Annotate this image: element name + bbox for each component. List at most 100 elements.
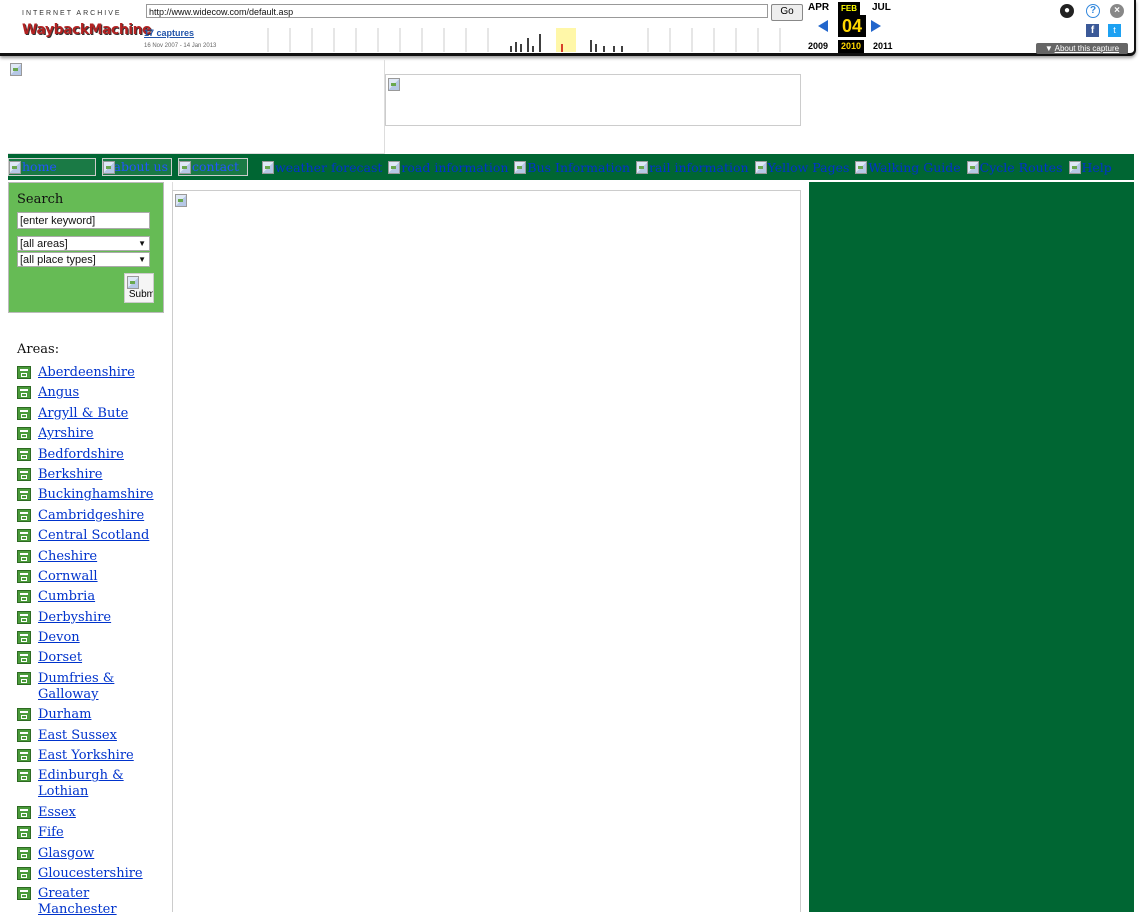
area-icon — [17, 529, 31, 543]
submit-button[interactable]: Subm — [124, 273, 154, 303]
area-link[interactable]: Edinburgh & Lothian — [38, 768, 167, 800]
year-next[interactable]: 2011 — [873, 41, 893, 51]
nav-item-weather-forecast[interactable]: weather forecast — [262, 160, 382, 175]
nav-item-rail-information[interactable]: rail information — [636, 159, 749, 175]
twitter-icon[interactable]: t — [1108, 24, 1121, 37]
nav-item-yellow-pages[interactable]: Yellow Pages — [754, 160, 849, 175]
area-link[interactable]: Cumbria — [38, 589, 95, 605]
broken-image-icon — [103, 160, 115, 174]
nav-item-label: home — [22, 159, 57, 174]
main-content-image — [172, 190, 801, 912]
site-logo-image[interactable] — [8, 60, 385, 154]
area-link[interactable]: Cornwall — [38, 569, 98, 585]
area-link[interactable]: Aberdeenshire — [38, 365, 135, 381]
areas-list: Aberdeenshire Angus Argyll & Bute Ayrshire B… — [17, 365, 167, 923]
nav-item-label: contact — [192, 159, 240, 174]
area-link[interactable]: Cheshire — [38, 549, 97, 565]
area-icon — [17, 590, 31, 604]
area-link[interactable]: East Yorkshire — [38, 748, 134, 764]
list-item: Bedfordshire — [17, 447, 167, 463]
area-link[interactable]: Durham — [38, 707, 91, 723]
list-item: Essex — [17, 805, 167, 821]
area-link[interactable]: Derbyshire — [38, 610, 111, 626]
place-type-select-value: [all place types] — [20, 254, 96, 266]
nav-item-cycle-routes[interactable]: Cycle Routes — [966, 160, 1063, 175]
area-icon — [17, 769, 31, 783]
prev-capture-arrow-icon[interactable] — [818, 20, 828, 32]
area-link[interactable]: Berkshire — [38, 467, 102, 483]
nav-item-label: rail information — [649, 159, 749, 175]
list-item: Gloucestershire — [17, 866, 167, 882]
nav-item-walking-guide[interactable]: Walking Guide — [855, 160, 961, 175]
area-link[interactable]: Devon — [38, 630, 80, 646]
month-next[interactable]: JUL — [872, 2, 891, 13]
area-link[interactable]: Bedfordshire — [38, 447, 124, 463]
year-prev[interactable]: 2009 — [808, 41, 828, 51]
nav-item-help[interactable]: Help — [1068, 160, 1112, 175]
list-item: Cumbria — [17, 589, 167, 605]
facebook-icon[interactable]: f — [1086, 24, 1099, 37]
area-link[interactable]: Angus — [38, 385, 79, 401]
broken-image-icon — [9, 160, 21, 174]
nav-item-contact[interactable]: contact — [178, 158, 248, 176]
area-icon — [17, 671, 31, 685]
keyword-input[interactable]: [enter keyword] — [17, 212, 150, 229]
area-link[interactable]: Dorset — [38, 650, 82, 666]
area-select[interactable]: [all areas] ▼ — [17, 236, 150, 251]
list-item: Ayrshire — [17, 426, 167, 442]
captures-link[interactable]: 17 captures — [144, 28, 194, 38]
wayback-logo[interactable]: WaybackMachine — [22, 20, 152, 40]
list-item: Devon — [17, 630, 167, 646]
area-link[interactable]: Ayrshire — [38, 426, 94, 442]
list-item: Derbyshire — [17, 610, 167, 626]
area-link[interactable]: Greater Manchester — [38, 886, 167, 918]
area-link[interactable]: East Sussex — [38, 728, 117, 744]
place-type-select[interactable]: [all place types] ▼ — [17, 252, 150, 267]
broken-image-icon — [127, 276, 139, 289]
nav-item-bus-information[interactable]: Bus Information — [514, 160, 630, 175]
wayback-toolbar: INTERNET ARCHIVE WaybackMachine http://w… — [0, 0, 1136, 56]
area-icon — [17, 728, 31, 742]
list-item: Glasgow — [17, 846, 167, 862]
area-icon — [17, 406, 31, 420]
area-icon — [17, 631, 31, 645]
dropdown-arrow-icon: ▼ — [138, 239, 146, 248]
area-link[interactable]: Buckinghamshire — [38, 487, 154, 503]
capture-day: 04 — [838, 15, 866, 37]
help-icon[interactable]: ? — [1086, 4, 1100, 18]
go-button[interactable]: Go — [771, 4, 803, 21]
month-prev[interactable]: APR — [808, 2, 829, 13]
close-icon[interactable]: × — [1110, 4, 1124, 18]
list-item: Central Scotland — [17, 528, 167, 544]
capture-sparkline[interactable] — [248, 28, 800, 52]
area-icon — [17, 846, 31, 860]
broken-image-icon — [966, 160, 979, 174]
nav-item-label: weather forecast — [275, 159, 383, 175]
nav-item-about-us[interactable]: about us — [102, 158, 172, 176]
area-link[interactable]: Dumfries & Galloway — [38, 671, 167, 703]
about-capture-label: About this capture — [1054, 44, 1120, 53]
list-item: Dorset — [17, 650, 167, 666]
area-link[interactable]: Argyll & Bute — [38, 406, 128, 422]
area-link[interactable]: Fife — [38, 825, 64, 841]
nav-item-home[interactable]: home — [8, 158, 96, 176]
broken-image-icon — [262, 160, 274, 174]
area-link[interactable]: Cambridgeshire — [38, 508, 144, 524]
area-link[interactable]: Central Scotland — [38, 528, 149, 544]
broken-image-icon — [10, 63, 22, 76]
about-capture-button[interactable]: ▼ About this capture — [1036, 43, 1128, 54]
area-link[interactable]: Glasgow — [38, 846, 94, 862]
list-item: Argyll & Bute — [17, 406, 167, 422]
capture-range: 16 Nov 2007 - 14 Jan 2013 — [144, 43, 217, 49]
area-icon — [17, 887, 31, 901]
banner-ad-image[interactable] — [385, 74, 801, 126]
url-input[interactable]: http://www.widecow.com/default.asp — [146, 4, 768, 18]
area-link[interactable]: Essex — [38, 805, 76, 821]
user-icon[interactable]: ● — [1060, 4, 1074, 18]
broken-image-icon — [855, 160, 868, 174]
list-item: Buckinghamshire — [17, 487, 167, 503]
area-link[interactable]: Gloucestershire — [38, 866, 143, 882]
next-capture-arrow-icon[interactable] — [871, 20, 881, 32]
nav-item-road-information[interactable]: road information — [388, 160, 508, 175]
broken-image-icon — [388, 78, 400, 91]
